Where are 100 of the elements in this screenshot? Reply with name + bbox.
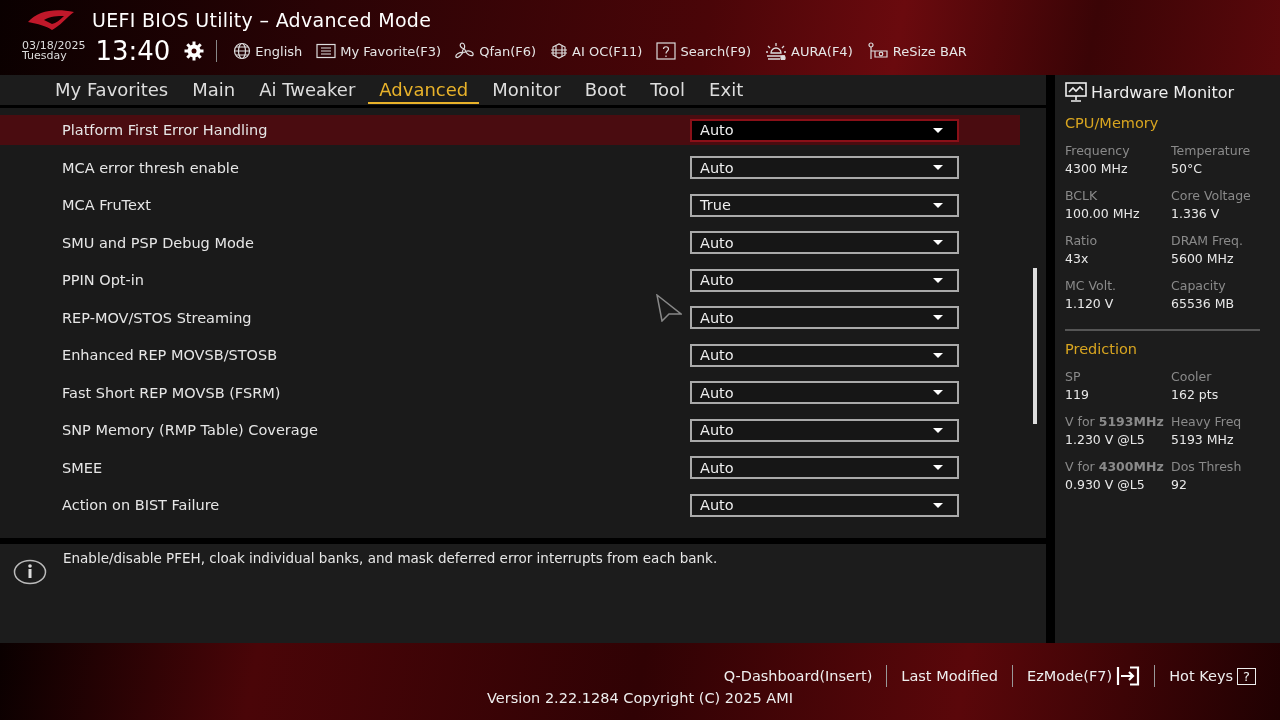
setting-row[interactable]: PPIN Opt-in Auto bbox=[0, 265, 1020, 295]
list-icon bbox=[316, 43, 337, 59]
menu-tab[interactable]: Main bbox=[181, 76, 247, 104]
setting-row[interactable]: MCA error thresh enable Auto bbox=[0, 152, 1020, 183]
day-text: Tuesday bbox=[22, 51, 67, 61]
toolbar-button[interactable]: Qfan(F6) bbox=[451, 42, 541, 60]
caret-icon bbox=[933, 165, 943, 170]
window-title: UEFI BIOS Utility – Advanced Mode bbox=[92, 9, 432, 31]
caret-icon bbox=[933, 352, 943, 358]
dropdown-field[interactable]: Auto bbox=[690, 456, 959, 479]
menu-tab[interactable]: Monitor bbox=[481, 76, 572, 104]
dropdown-field[interactable]: Auto bbox=[690, 418, 959, 442]
stat-value: 5193 MHz bbox=[1171, 432, 1235, 447]
caret-icon bbox=[933, 202, 943, 208]
date-text: 03/18/2025 bbox=[22, 41, 86, 51]
toolbar-button[interactable]: AI OC(F11) bbox=[546, 43, 647, 59]
stat-label: Heavy Freq bbox=[1171, 414, 1243, 429]
caret-icon bbox=[933, 315, 943, 320]
dropdown-field[interactable]: Auto bbox=[690, 306, 959, 329]
setting-row[interactable]: MCA FruText True bbox=[0, 190, 1020, 220]
menu-tab[interactable]: Advanced bbox=[368, 76, 480, 104]
panel-title: Hardware Monitor bbox=[1091, 82, 1235, 102]
monitor-icon bbox=[1065, 82, 1087, 102]
stat-value: 92 bbox=[1171, 477, 1188, 492]
stat-label: DRAM Freq. bbox=[1171, 233, 1244, 248]
caret-icon bbox=[933, 390, 943, 395]
setting-label: SMEE bbox=[62, 459, 104, 476]
setting-label: Action on BIST Failure bbox=[62, 497, 221, 513]
setting-label: MCA error thresh enable bbox=[62, 159, 240, 176]
stat-label: V for 5193MHz bbox=[1065, 414, 1165, 429]
exit-icon bbox=[1116, 666, 1141, 686]
setting-label: SNP Memory (RMP Table) Coverage bbox=[62, 422, 319, 438]
setting-label: SMU and PSP Debug Mode bbox=[62, 234, 255, 251]
toolbar-button[interactable]: Search(F9) bbox=[652, 42, 755, 60]
menu-tab[interactable]: My Favorites bbox=[44, 76, 180, 104]
version-text: Version 2.22.1284 Copyright (C) 2025 AMI bbox=[486, 690, 794, 706]
stat-value: 162 pts bbox=[1171, 387, 1220, 402]
setting-row[interactable]: SMU and PSP Debug Mode Auto bbox=[0, 227, 1020, 258]
search-icon bbox=[656, 42, 677, 60]
setting-row[interactable]: Enhanced REP MOVSB/STOSB Auto bbox=[0, 340, 1020, 370]
settings-icon[interactable] bbox=[184, 41, 205, 61]
stat-value: 43x bbox=[1065, 251, 1090, 266]
caret-icon bbox=[933, 127, 943, 133]
stat-value: 1.120 V bbox=[1065, 296, 1115, 311]
footer-button[interactable]: Last Modified bbox=[891, 668, 1008, 684]
stat-label: Cooler bbox=[1171, 369, 1213, 384]
caret-icon bbox=[933, 277, 943, 283]
caret-icon bbox=[933, 427, 943, 433]
info-icon bbox=[13, 559, 47, 585]
stat-value: 100.00 MHz bbox=[1065, 206, 1141, 221]
caret-icon bbox=[933, 465, 943, 470]
toolbar-button[interactable]: My Favorite(F3) bbox=[312, 43, 446, 59]
caret-icon bbox=[933, 502, 943, 508]
toolbar-button[interactable]: English bbox=[229, 42, 307, 60]
stat-label: Frequency bbox=[1065, 143, 1131, 158]
stat-label: SP bbox=[1065, 369, 1082, 384]
dropdown-field[interactable]: Auto bbox=[690, 231, 959, 254]
globe-icon bbox=[233, 42, 252, 60]
help-text: Enable/disable PFEH, cloak individual banks, and mask deferred error interrupts from each bank. bbox=[63, 550, 718, 566]
dropdown-field[interactable]: Auto bbox=[690, 343, 959, 367]
stat-label: BCLK bbox=[1065, 188, 1099, 203]
stat-label: Core Voltage bbox=[1171, 188, 1252, 203]
toolbar-button[interactable]: ReSize BAR bbox=[862, 42, 971, 60]
section-title: CPU/Memory bbox=[1065, 115, 1160, 131]
menu-tab[interactable]: Tool bbox=[639, 76, 697, 104]
graphics-card-icon bbox=[866, 42, 889, 60]
stat-label: V for 4300MHz bbox=[1065, 459, 1165, 474]
menu-tab[interactable]: Exit bbox=[698, 76, 755, 104]
dropdown-field[interactable]: Auto bbox=[690, 156, 959, 179]
dropdown-field[interactable]: Auto bbox=[690, 381, 959, 404]
footer-button[interactable]: Hot Keys ? bbox=[1159, 667, 1266, 685]
menu-tab[interactable]: Ai Tweaker bbox=[248, 76, 367, 104]
setting-label: Platform First Error Handling bbox=[62, 122, 269, 138]
section-title: Prediction bbox=[1065, 341, 1139, 357]
dropdown-field[interactable]: True bbox=[690, 193, 959, 217]
setting-row[interactable]: SNP Memory (RMP Table) Coverage Auto bbox=[0, 415, 1020, 445]
setting-row[interactable]: SMEE Auto bbox=[0, 452, 1020, 483]
fan-icon bbox=[455, 42, 476, 60]
setting-row[interactable]: Action on BIST Failure Auto bbox=[0, 490, 1020, 520]
setting-label: REP-MOV/STOS Streaming bbox=[62, 309, 253, 326]
footer-button[interactable]: Q-Dashboard(Insert) bbox=[713, 668, 883, 684]
dropdown-field[interactable]: Auto bbox=[690, 118, 959, 142]
setting-row[interactable]: REP-MOV/STOS Streaming Auto bbox=[0, 302, 1020, 333]
scrollbar-thumb[interactable] bbox=[1033, 268, 1037, 424]
stat-label: Capacity bbox=[1171, 278, 1227, 293]
setting-row[interactable]: Platform First Error Handling Auto bbox=[0, 115, 1020, 145]
light-icon bbox=[765, 42, 787, 60]
setting-row[interactable]: Fast Short REP MOVSB (FSRM) Auto bbox=[0, 377, 1020, 408]
stat-label: MC Volt. bbox=[1065, 278, 1118, 293]
stat-value: 65536 MB bbox=[1171, 296, 1236, 311]
stat-label: Temperature bbox=[1171, 143, 1252, 158]
footer-button[interactable]: EzMode(F7) bbox=[1017, 666, 1151, 686]
toolbar-button[interactable]: AURA(F4) bbox=[761, 42, 857, 60]
caret-icon bbox=[933, 240, 943, 245]
dropdown-field[interactable]: Auto bbox=[690, 268, 959, 292]
chip-icon bbox=[550, 43, 569, 59]
dropdown-field[interactable]: Auto bbox=[690, 493, 959, 517]
stat-value: 1.230 V @L5 bbox=[1065, 432, 1146, 447]
menu-tab[interactable]: Boot bbox=[573, 76, 638, 104]
setting-label: Enhanced REP MOVSB/STOSB bbox=[62, 347, 279, 363]
